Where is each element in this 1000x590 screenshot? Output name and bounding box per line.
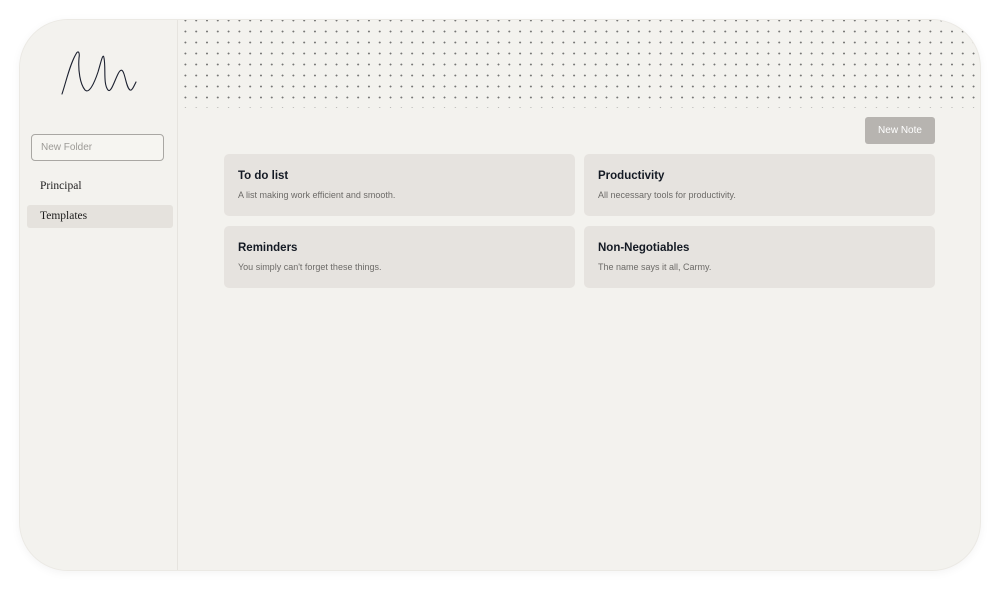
note-description: A list making work efficient and smooth. — [238, 190, 396, 200]
folder-item-principal[interactable]: Principal — [27, 175, 173, 198]
note-card[interactable]: Productivity All necessary tools for pro… — [584, 154, 935, 216]
note-card[interactable]: Reminders You simply can't forget these … — [224, 226, 575, 288]
note-title: To do list — [238, 170, 289, 182]
note-description: You simply can't forget these things. — [238, 262, 382, 272]
signature-logo-icon — [61, 51, 137, 95]
folder-list: Principal Templates — [27, 175, 173, 235]
note-title: Reminders — [238, 242, 298, 254]
note-card[interactable]: Non-Negotiables The name says it all, Ca… — [584, 226, 935, 288]
note-description: The name says it all, Carmy. — [598, 262, 712, 272]
note-card[interactable]: To do list A list making work efficient … — [224, 154, 575, 216]
new-folder-input[interactable] — [31, 134, 164, 161]
sidebar: Principal Templates — [20, 20, 178, 570]
new-note-button[interactable]: New Note — [865, 117, 935, 144]
notes-grid: To do list A list making work efficient … — [224, 154, 935, 288]
note-description: All necessary tools for productivity. — [598, 190, 736, 200]
folder-item-templates[interactable]: Templates — [27, 205, 173, 228]
dotted-header-pattern — [178, 20, 980, 108]
note-title: Productivity — [598, 170, 665, 182]
note-title: Non-Negotiables — [598, 242, 690, 254]
app-window: Principal Templates New Note To do list … — [20, 20, 980, 570]
